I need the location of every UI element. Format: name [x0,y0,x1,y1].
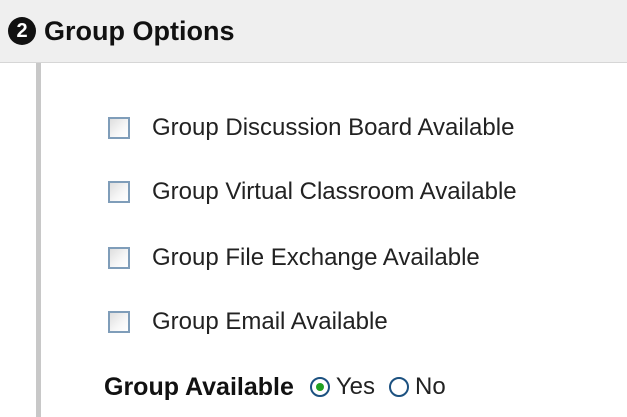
group-available-row: Group Available Yes No [104,368,460,406]
group-available-label: Group Available [104,372,294,401]
email-checkbox[interactable] [108,311,130,333]
option-email[interactable]: Group Email Available [108,304,388,340]
virtual-classroom-checkbox[interactable] [108,181,130,203]
no-radio[interactable] [389,377,410,397]
file-exchange-checkbox[interactable] [108,247,130,269]
yes-radio-label[interactable]: Yes [336,373,375,401]
virtual-classroom-label: Group Virtual Classroom Available [152,178,517,205]
option-file-exchange[interactable]: Group File Exchange Available [108,240,480,276]
discussion-board-checkbox[interactable] [108,117,130,139]
section-header: 2 Group Options [0,0,627,63]
email-label: Group Email Available [152,308,388,335]
option-virtual-classroom[interactable]: Group Virtual Classroom Available [108,174,517,210]
option-discussion-board[interactable]: Group Discussion Board Available [108,110,514,146]
no-radio-label[interactable]: No [415,373,446,401]
yes-radio[interactable] [309,377,330,397]
discussion-board-label: Group Discussion Board Available [152,114,515,141]
section-divider [36,63,41,417]
section-title: Group Options [44,16,235,46]
step-number-badge: 2 [8,17,36,45]
file-exchange-label: Group File Exchange Available [152,244,480,271]
